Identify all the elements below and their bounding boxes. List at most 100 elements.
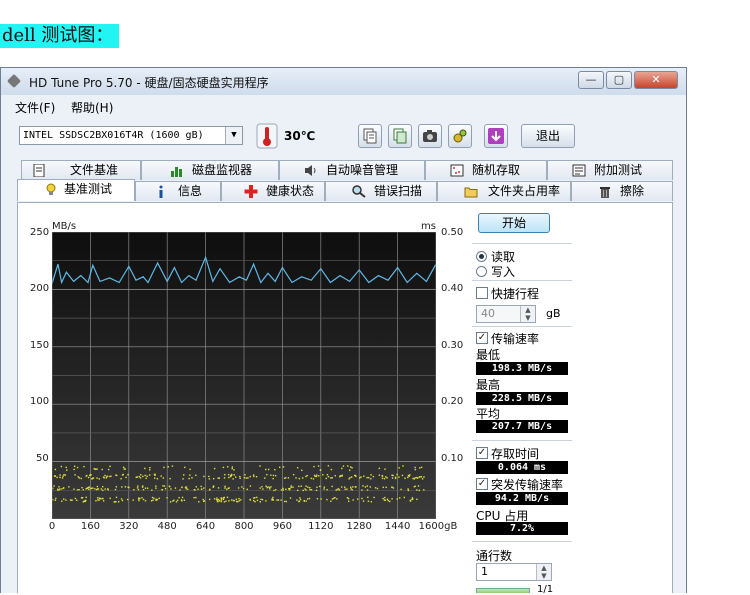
access-time-point [299,498,302,501]
access-time-point [200,485,202,488]
tab-noise-management[interactable]: 自动噪音管理 [279,160,425,180]
access-time-point [366,476,368,479]
access-time-point [351,467,353,469]
minimize-button[interactable]: — [578,71,604,89]
tab-info[interactable]: 信息 [135,181,221,201]
access-time-point [391,477,394,479]
passes-label: 通行数 [476,549,513,563]
access-time-point [316,486,318,488]
stepper-arrows-icon[interactable]: ▲ ▼ [536,564,551,580]
save-button[interactable] [484,124,508,148]
access-time-point [261,485,263,488]
access-time-point [312,478,315,480]
menu-help[interactable]: 帮助(H) [71,99,113,116]
start-button[interactable]: 开始 [478,213,550,233]
access-time-point [149,466,151,469]
access-time-point [233,474,235,476]
transfer-rate-checkbox[interactable]: ✓ [476,332,488,344]
access-time-point [107,488,109,491]
access-time-point [71,499,73,501]
access-time-point [412,498,414,500]
menu-file[interactable]: 文件(F) [15,99,55,116]
access-time-point [232,499,235,502]
drive-select[interactable]: INTEL SSDSC2BX016T4R (1600 gB) ▼ [19,126,243,145]
tab-extra-tests[interactable]: 附加测试 [547,160,673,180]
access-time-point [217,487,220,489]
access-time-point [216,499,218,501]
access-time-point [170,488,172,490]
access-time-point [141,497,143,499]
access-time-point [220,499,223,501]
access-time-point [391,498,393,500]
access-time-point [416,489,418,491]
write-radio[interactable] [476,266,487,277]
access-time-point [255,476,258,478]
tab-random-access[interactable]: 随机存取 [425,160,547,180]
access-time-point [289,497,292,499]
passes-stepper[interactable]: 1 ▲ ▼ [476,563,552,581]
access-time-point [292,473,295,476]
copy-screen-button[interactable] [388,124,412,148]
max-value: 228.5 MB/s [476,392,568,405]
access-time-point [54,475,57,477]
right-axis-unit: ms [421,221,436,232]
access-time-point [267,486,269,488]
access-time-point [121,486,123,488]
title-bar[interactable]: HD Tune Pro 5.70 - 硬盘/固态硬盘实用程序 — ▢ ✕ [1,68,686,95]
access-time-point [115,486,118,488]
access-time-point [364,486,367,488]
tab-folder-usage[interactable]: 文件夹占用率 [437,181,571,201]
stepper-arrows-icon[interactable]: ▲ ▼ [520,306,535,322]
close-button[interactable]: ✕ [634,71,678,89]
read-radio[interactable] [476,251,487,262]
progress-text: 1/1 [537,584,554,595]
access-time-point [117,500,120,503]
screenshot-button[interactable] [418,124,442,148]
options-button[interactable] [448,124,472,148]
access-time-point [96,468,98,470]
tab-disk-monitor[interactable]: 磁盘监视器 [141,160,279,180]
access-time-point [334,496,336,499]
access-time-point [186,488,189,490]
access-time-point [305,500,307,502]
left-axis-unit: MB/s [52,221,77,232]
magnifier-icon [352,185,366,198]
access-time-point [374,487,377,489]
tab-health[interactable]: 健康状态 [221,181,325,201]
access-time-point [322,474,324,476]
tab-label: 文件基准 [70,163,119,177]
maximize-button[interactable]: ▢ [606,71,632,89]
access-time-point [305,485,307,487]
access-time-point [85,496,87,499]
exit-button[interactable]: 退出 [521,124,575,148]
access-time-point [114,501,116,503]
min-value: 198.3 MB/s [476,362,568,375]
access-time-point [237,487,240,489]
access-time-point [58,486,60,488]
access-time-point [172,500,174,502]
x-tick-label: 640 [196,521,216,532]
access-time-point [373,496,375,499]
access-time-point [270,474,272,476]
access-time-point [256,496,258,499]
tab-file-benchmark[interactable]: 文件基准 [21,160,141,180]
access-time-point [419,476,421,478]
short-stroke-stepper[interactable]: 40 ▲ ▼ [476,305,536,323]
tab-benchmark[interactable]: 基准测试 [17,179,135,201]
access-time-point [383,478,386,480]
access-time-point [102,500,105,502]
access-time-point [265,500,267,502]
short-stroke-checkbox[interactable] [476,287,488,299]
access-time-checkbox[interactable]: ✓ [476,447,488,459]
copy-info-button[interactable] [358,124,382,148]
tab-erase[interactable]: 擦除 [571,181,673,201]
access-time-point [317,465,320,467]
tab-error-scan[interactable]: 错误扫描 [325,181,437,201]
access-time-point [137,488,140,491]
burst-rate-checkbox[interactable]: ✓ [476,478,488,490]
access-time-point [167,466,169,468]
access-time-point [382,486,384,489]
chevron-down-icon[interactable]: ▼ [225,127,242,144]
access-time-point [176,499,179,502]
x-tick-label: 800 [234,521,254,532]
